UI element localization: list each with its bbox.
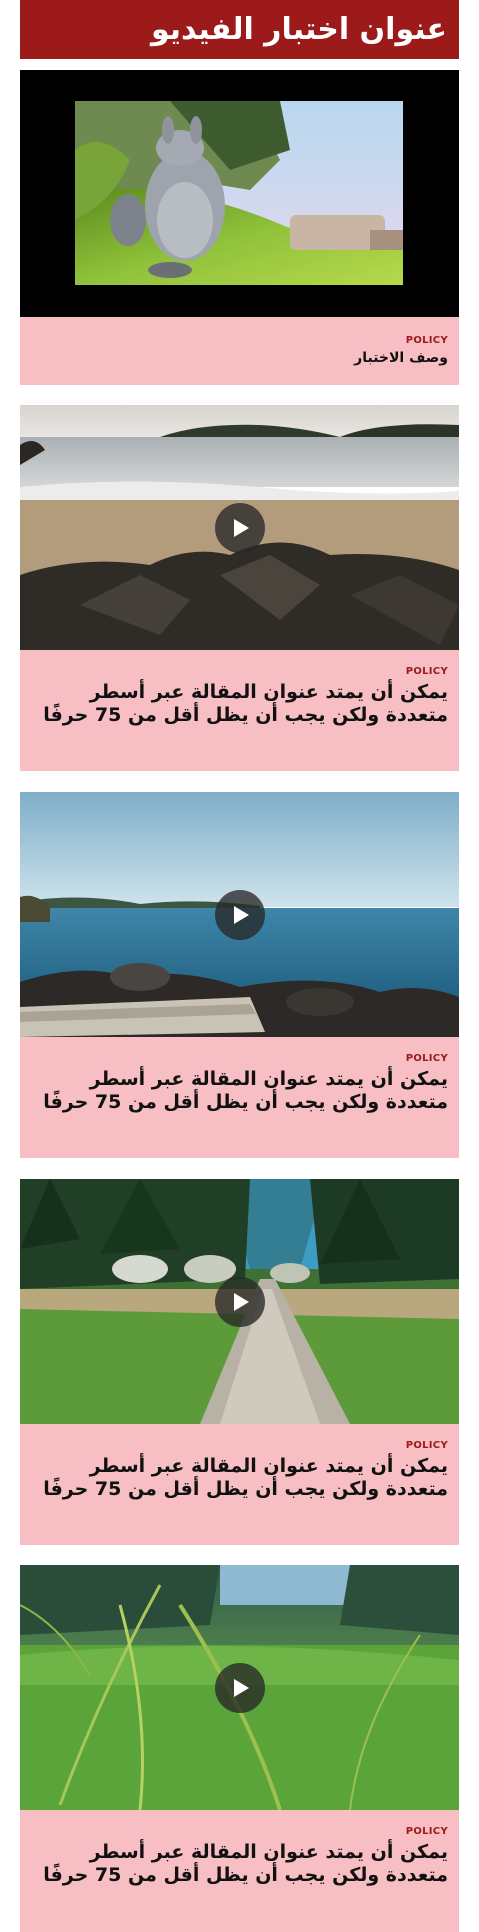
category-tag[interactable]: POLICY	[31, 1053, 448, 1064]
article-caption: POLICY يمكن أن يمتد عنوان المقالة عبر أس…	[20, 1810, 459, 1932]
category-tag[interactable]: POLICY	[31, 1440, 448, 1451]
article-card[interactable]: POLICY يمكن أن يمتد عنوان المقالة عبر أس…	[20, 792, 459, 1158]
play-button[interactable]	[214, 502, 265, 553]
article-caption: POLICY يمكن أن يمتد عنوان المقالة عبر أس…	[20, 1424, 459, 1545]
category-tag[interactable]: POLICY	[31, 666, 448, 677]
featured-caption: POLICY وصف الاختبار	[20, 317, 459, 385]
article-title[interactable]: يمكن أن يمتد عنوان المقالة عبر أسطر متعد…	[31, 1455, 448, 1501]
featured-video-card[interactable]: POLICY وصف الاختبار	[20, 70, 459, 385]
page-header: عنوان اختبار الفيديو	[20, 0, 459, 59]
article-card[interactable]: POLICY يمكن أن يمتد عنوان المقالة عبر أس…	[20, 1179, 459, 1545]
video-description: وصف الاختبار	[354, 350, 448, 366]
article-card[interactable]: POLICY يمكن أن يمتد عنوان المقالة عبر أس…	[20, 1565, 459, 1932]
play-button[interactable]	[214, 1662, 265, 1713]
category-tag[interactable]: POLICY	[31, 335, 448, 346]
play-button[interactable]	[214, 889, 265, 940]
play-icon	[233, 905, 249, 924]
play-icon	[233, 518, 249, 537]
page-title: عنوان اختبار الفيديو	[150, 11, 447, 47]
article-title[interactable]: يمكن أن يمتد عنوان المقالة عبر أسطر متعد…	[31, 681, 448, 727]
article-card[interactable]: POLICY يمكن أن يمتد عنوان المقالة عبر أس…	[20, 405, 459, 771]
article-title[interactable]: يمكن أن يمتد عنوان المقالة عبر أسطر متعد…	[31, 1841, 448, 1887]
article-thumbnail[interactable]	[20, 1179, 459, 1424]
article-thumbnail[interactable]	[20, 1565, 459, 1810]
article-thumbnail[interactable]	[20, 792, 459, 1037]
play-button[interactable]	[214, 1276, 265, 1327]
play-icon	[233, 1292, 249, 1311]
article-caption: POLICY يمكن أن يمتد عنوان المقالة عبر أس…	[20, 1037, 459, 1158]
video-player[interactable]	[20, 70, 459, 317]
cartoon-bunny-video-frame	[20, 70, 459, 317]
article-caption: POLICY يمكن أن يمتد عنوان المقالة عبر أس…	[20, 650, 459, 771]
page: عنوان اختبار الفيديو POLICY وصف الاختبار…	[0, 0, 479, 1932]
category-tag[interactable]: POLICY	[31, 1826, 448, 1837]
play-icon	[233, 1678, 249, 1697]
article-title[interactable]: يمكن أن يمتد عنوان المقالة عبر أسطر متعد…	[31, 1068, 448, 1114]
article-thumbnail[interactable]	[20, 405, 459, 650]
